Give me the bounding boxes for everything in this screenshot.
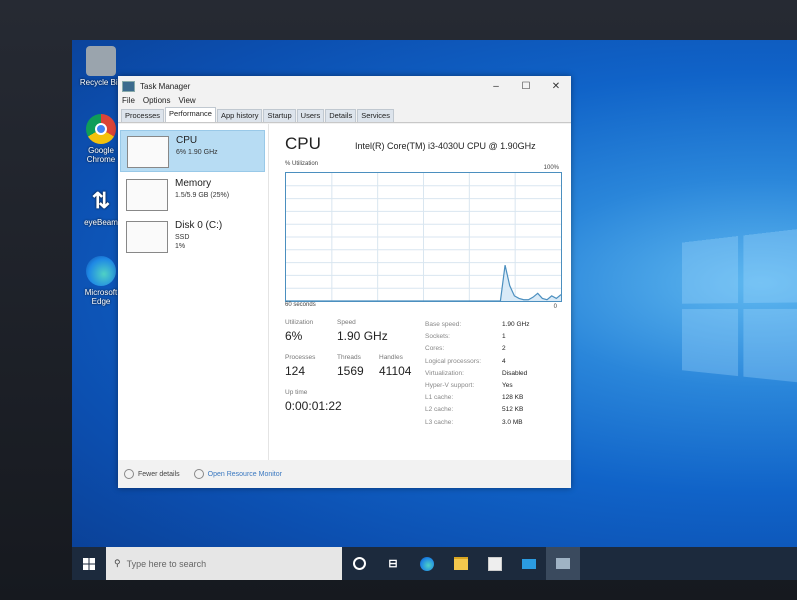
utilization-label: Utilization — [285, 319, 314, 326]
store-icon — [488, 556, 502, 571]
performance-panel: CPU 6% 1.90 GHz Memory 1.5/5.9 GB (25%) … — [118, 124, 571, 460]
detail-value: 2 — [502, 345, 506, 353]
cpu-heading: CPU — [285, 134, 321, 153]
sidebar-item-memory[interactable]: Memory 1.5/5.9 GB (25%) — [120, 174, 263, 214]
tab-performance[interactable]: Performance — [165, 107, 216, 122]
taskbar-file-explorer[interactable] — [444, 547, 478, 580]
threads-value: 1569 — [337, 364, 364, 378]
windows-wallpaper-logo — [681, 225, 797, 394]
tab-bar: Processes Performance App history Startu… — [118, 107, 571, 123]
handles-label: Handles — [379, 354, 403, 361]
taskbar-task-manager[interactable] — [546, 547, 580, 580]
title-bar: Task Manager – ☐ ✕ — [118, 76, 571, 96]
detail-label: Hyper-V support: — [425, 382, 475, 389]
recycle-bin-icon — [86, 46, 116, 76]
task-view-button[interactable]: ⊟ — [376, 547, 410, 580]
fewer-details-button[interactable]: Fewer details — [124, 469, 180, 479]
graph-min-label: 0 — [553, 304, 557, 310]
resource-sidebar: CPU 6% 1.90 GHz Memory 1.5/5.9 GB (25%) … — [118, 124, 267, 460]
detail-value: Yes — [502, 382, 513, 389]
chrome-icon — [86, 114, 116, 144]
window-title: Task Manager — [140, 81, 191, 91]
desktop: Recycle Bin Google Chrome ⇅ eyeBeam Micr… — [72, 40, 797, 580]
uptime-value: 0:00:01:22 — [285, 399, 342, 413]
task-manager-icon — [122, 80, 135, 92]
tab-app-history[interactable]: App history — [216, 109, 263, 122]
detail-label: Cores: — [425, 345, 445, 353]
edge-icon — [86, 256, 116, 286]
taskbar-mail[interactable] — [512, 547, 546, 580]
chevron-up-icon — [124, 469, 134, 479]
cpu-graph-svg — [286, 173, 562, 302]
cpu-thumbnail-graph — [127, 136, 169, 168]
cortana-button[interactable] — [342, 547, 376, 580]
task-manager-icon — [556, 558, 570, 569]
utilization-value: 6% — [285, 329, 303, 343]
tab-services[interactable]: Services — [357, 109, 394, 122]
detail-label: L1 cache: — [425, 394, 454, 402]
mail-icon — [522, 558, 536, 569]
minimize-button[interactable]: – — [481, 81, 511, 92]
detail-value: Disabled — [502, 369, 528, 377]
taskbar-store[interactable] — [478, 547, 512, 580]
cpu-model: Intel(R) Core(TM) i3-4030U CPU @ 1.90GHz — [355, 141, 536, 151]
processes-value: 124 — [285, 364, 306, 378]
tab-users[interactable]: Users — [296, 109, 325, 122]
cpu-utilization-graph — [285, 172, 562, 302]
menu-file[interactable]: File — [122, 96, 135, 108]
tab-details[interactable]: Details — [325, 109, 357, 122]
task-view-icon: ⊟ — [388, 558, 398, 570]
cpu-detail: CPU Intel(R) Core(TM) i3-4030U CPU @ 1.9… — [268, 124, 571, 460]
resource-monitor-icon — [193, 469, 204, 479]
detail-label: L2 cache: — [425, 406, 454, 414]
close-button[interactable]: ✕ — [541, 81, 571, 92]
graph-max-label: 100% — [543, 165, 559, 171]
start-button[interactable] — [72, 547, 106, 580]
taskbar: ⚲ Type here to search ⊟ — [72, 547, 797, 580]
tab-startup[interactable]: Startup — [263, 109, 296, 122]
detail-value: 128 KB — [502, 394, 524, 402]
edge-icon — [420, 556, 434, 571]
taskbar-edge[interactable] — [410, 547, 444, 580]
detail-value: 3.0 MB — [502, 418, 523, 426]
detail-label: L3 cache: — [425, 418, 454, 426]
folder-icon — [454, 557, 468, 570]
detail-value: 4 — [502, 357, 506, 365]
handles-value: 41104 — [379, 364, 412, 378]
footer: Fewer details Open Resource Monitor — [118, 460, 571, 488]
detail-value: 1 — [502, 333, 506, 341]
sidebar-item-disk[interactable]: Disk 0 (C:) SSD 1% — [120, 216, 263, 256]
tab-processes[interactable]: Processes — [121, 109, 165, 122]
open-resource-monitor-link[interactable]: Open Resource Monitor — [193, 469, 282, 479]
maximize-button[interactable]: ☐ — [511, 81, 541, 92]
detail-label: Sockets: — [425, 333, 450, 341]
detail-value: 1.90 GHz — [502, 321, 530, 328]
windows-icon — [83, 557, 95, 570]
detail-value: 512 KB — [502, 406, 524, 414]
memory-thumbnail-graph — [126, 179, 168, 211]
cortana-icon — [352, 557, 366, 570]
sidebar-item-cpu[interactable]: CPU 6% 1.90 GHz — [120, 130, 265, 172]
task-manager-window: Task Manager – ☐ ✕ File Options View Pro… — [118, 76, 571, 488]
threads-label: Threads — [337, 354, 361, 361]
speed-value: 1.90 GHz — [337, 329, 388, 343]
eyebeam-icon: ⇅ — [91, 188, 111, 213]
detail-label: Logical processors: — [425, 357, 481, 365]
disk-thumbnail-graph — [126, 221, 168, 253]
graph-label: % Utilization — [285, 161, 319, 167]
uptime-label: Up time — [285, 389, 308, 396]
search-icon: ⚲ — [114, 558, 121, 568]
processes-label: Processes — [285, 354, 316, 361]
taskbar-search-box[interactable]: ⚲ Type here to search — [106, 547, 342, 580]
detail-label: Base speed: — [425, 321, 462, 328]
graph-time-label: 60 seconds — [285, 302, 316, 308]
detail-label: Virtualization: — [425, 369, 464, 377]
speed-label: Speed — [337, 319, 356, 326]
